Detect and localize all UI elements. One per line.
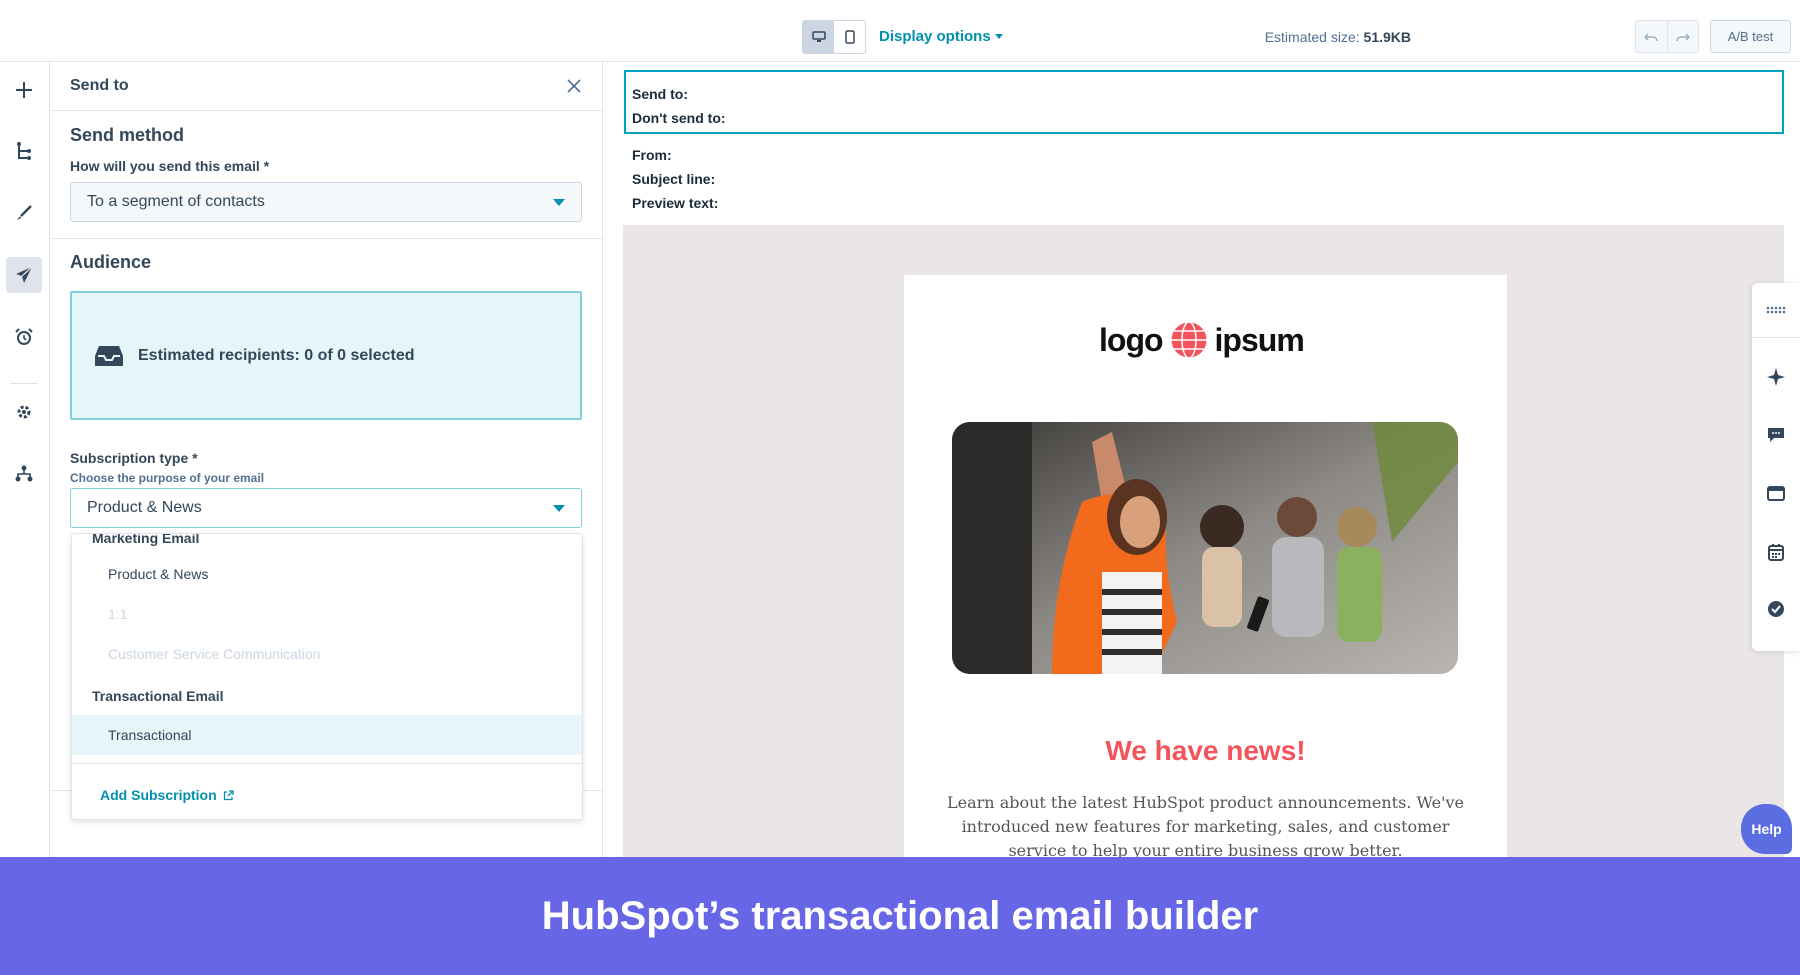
grid-dots-icon xyxy=(1766,306,1786,314)
preview-text-line: Preview text: xyxy=(632,195,719,211)
caption-text: HubSpot’s transactional email builder xyxy=(541,893,1259,938)
rail-add-button[interactable] xyxy=(6,72,42,108)
dropdown-option-transactional[interactable]: Transactional xyxy=(72,715,582,755)
estimated-size-value: 51.9KB xyxy=(1363,29,1411,45)
ab-test-button[interactable]: A/B test xyxy=(1710,20,1791,53)
inbox-icon xyxy=(95,345,123,366)
brush-icon xyxy=(17,205,32,220)
display-options-label: Display options xyxy=(879,28,991,45)
chevron-down-icon xyxy=(994,34,1003,39)
mobile-icon xyxy=(844,30,855,44)
add-subscription-label: Add Subscription xyxy=(100,787,217,803)
rail-send-button[interactable] xyxy=(6,257,42,293)
redo-button[interactable] xyxy=(1666,21,1699,52)
hero-image xyxy=(952,422,1458,674)
logo-text-left: logo xyxy=(1099,321,1164,358)
undo-button[interactable] xyxy=(1636,21,1667,52)
estimated-size: Estimated size: 51.9KB xyxy=(1265,29,1411,45)
from-line: From: xyxy=(632,147,672,163)
subject-line: Subject line: xyxy=(632,171,716,187)
panel-header: Send to xyxy=(51,62,602,111)
estimated-size-label: Estimated size: xyxy=(1264,29,1364,45)
rr-preview-button[interactable] xyxy=(1766,484,1786,504)
undo-icon xyxy=(1644,33,1658,41)
rail-structure-button[interactable] xyxy=(6,134,42,170)
dropdown-option-product-news[interactable]: Product & News xyxy=(72,554,582,594)
section-divider xyxy=(51,238,603,239)
dropdown-group-label: Transactional Email xyxy=(92,688,224,704)
right-rail-divider xyxy=(1752,337,1800,338)
right-tools-rail xyxy=(1752,283,1800,651)
desktop-icon xyxy=(811,31,826,42)
tree-icon xyxy=(17,142,31,160)
window-icon xyxy=(1767,486,1785,501)
logo-text-right: ipsum xyxy=(1214,321,1305,358)
email-logo: logo ipsum xyxy=(1099,320,1305,360)
dropdown-divider xyxy=(72,763,582,764)
rail-schedule-button[interactable] xyxy=(6,319,42,355)
rr-calendar-button[interactable] xyxy=(1766,542,1786,562)
calendar-icon xyxy=(1768,544,1784,561)
check-badge-icon xyxy=(1768,601,1784,617)
subscription-type-label: Subscription type * xyxy=(70,450,198,466)
desktop-view-button[interactable] xyxy=(803,21,834,53)
dropdown-group-label: Marketing Email xyxy=(92,533,200,546)
recipients-summary: Estimated recipients: 0 of 0 selected xyxy=(70,291,582,420)
send-method-select[interactable]: To a segment of contacts xyxy=(70,182,582,222)
rail-settings-button[interactable] xyxy=(6,394,42,430)
dropdown-option-customer-service: Customer Service Communication xyxy=(108,646,321,662)
dont-send-to-line: Don't send to: xyxy=(632,110,726,126)
paper-plane-icon xyxy=(16,266,33,283)
panel-title: Send to xyxy=(70,77,129,94)
top-toolbar: Display options Estimated size: 51.9KB A… xyxy=(0,0,1800,62)
gear-icon xyxy=(17,405,31,419)
rr-grid-button[interactable] xyxy=(1766,300,1786,320)
rail-divider xyxy=(10,383,38,384)
add-subscription-link[interactable]: Add Subscription xyxy=(100,787,234,803)
caption-banner: HubSpot’s transactional email builder xyxy=(0,857,1800,975)
audience-title: Audience xyxy=(70,252,152,272)
display-options-button[interactable]: Display options xyxy=(879,28,1003,45)
subscription-type-value: Product & News xyxy=(87,499,202,516)
alarm-icon xyxy=(15,328,33,345)
rr-checks-button[interactable] xyxy=(1766,599,1786,619)
send-to-line: Send to: xyxy=(632,86,688,102)
email-body[interactable]: logo ipsum We have news! Learn about the… xyxy=(904,275,1507,860)
rail-design-button[interactable] xyxy=(6,195,42,231)
sparkle-icon xyxy=(1767,368,1785,386)
left-rail xyxy=(0,62,50,857)
send-method-value: To a segment of contacts xyxy=(87,193,265,210)
close-icon[interactable] xyxy=(566,78,582,94)
external-link-icon xyxy=(223,789,234,800)
undo-redo-group xyxy=(1635,20,1699,53)
device-toggle xyxy=(802,20,866,54)
subscription-type-help: Choose the purpose of your email xyxy=(70,471,265,485)
email-body-text: Learn about the latest HubSpot product a… xyxy=(947,793,1464,860)
email-meta[interactable]: From: Subject line: Preview text: xyxy=(624,137,1784,225)
chevron-down-icon xyxy=(553,505,565,512)
rr-comments-button[interactable] xyxy=(1766,425,1786,445)
subscription-type-select[interactable]: Product & News xyxy=(70,488,582,528)
send-to-summary[interactable]: Send to: Don't send to: xyxy=(624,70,1784,134)
rr-ai-button[interactable] xyxy=(1766,367,1786,387)
comment-icon xyxy=(1768,428,1784,442)
redo-icon xyxy=(1676,33,1690,41)
mobile-view-button[interactable] xyxy=(834,21,865,53)
subscription-type-dropdown: Marketing Email Product & News 1:1 Custo… xyxy=(71,533,583,820)
email-headline: We have news! xyxy=(1105,735,1306,766)
dropdown-option-one-to-one: 1:1 xyxy=(108,606,128,622)
send-method-label: How will you send this email * xyxy=(70,158,270,174)
help-button[interactable]: Help xyxy=(1741,804,1792,854)
chevron-down-icon xyxy=(553,199,565,206)
hero-photo xyxy=(952,422,1458,674)
plus-icon xyxy=(16,82,32,98)
org-chart-icon xyxy=(15,465,33,482)
rail-automation-button[interactable] xyxy=(6,456,42,492)
globe-icon xyxy=(1170,321,1208,359)
recipients-text: Estimated recipients: 0 of 0 selected xyxy=(138,346,415,364)
send-method-title: Send method xyxy=(70,125,185,145)
